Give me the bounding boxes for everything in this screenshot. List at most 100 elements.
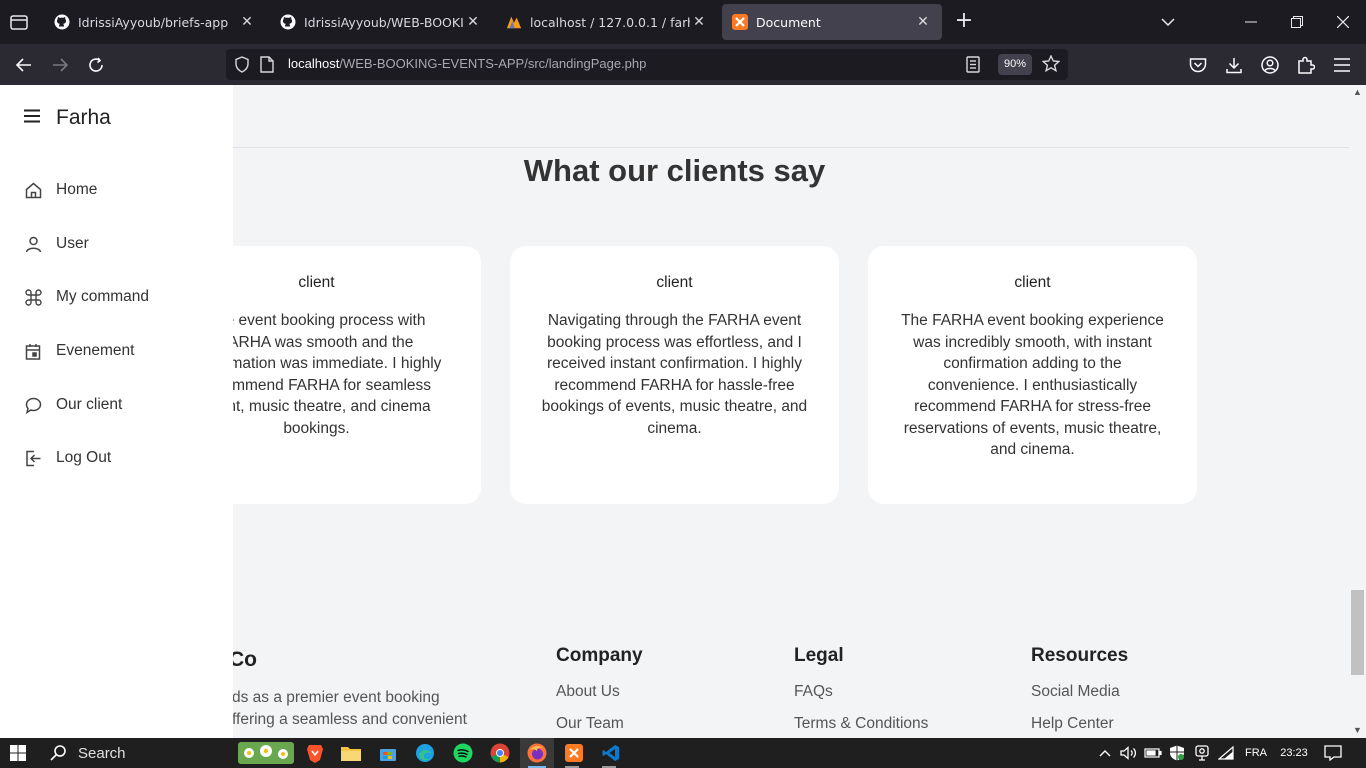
- webcam-icon[interactable]: [1193, 745, 1211, 761]
- sidebar-item-home[interactable]: Home: [24, 178, 97, 202]
- testimonial-text: Navigating through the FARHA event booki…: [541, 312, 808, 437]
- notifications-icon[interactable]: [1323, 745, 1343, 761]
- testimonial-text: The FARHA event booking experience was i…: [901, 312, 1164, 458]
- logout-icon: [24, 449, 42, 467]
- scrollbar-thumb[interactable]: [1351, 590, 1364, 675]
- footer-description-line: ds as a premier event booking: [232, 689, 440, 706]
- clock[interactable]: 23:23: [1276, 745, 1312, 761]
- extensions-puzzle-icon[interactable]: [1294, 53, 1318, 77]
- footer-link-faqs[interactable]: FAQs: [794, 683, 928, 701]
- sidebar-item-label: Our client: [56, 396, 123, 413]
- footer-description-line: ffering a seamless and convenient: [232, 710, 467, 728]
- show-hidden-icons-icon[interactable]: [1098, 745, 1112, 761]
- calendar-icon: [24, 342, 42, 360]
- tab-title: IdrissiAyyoub/briefs-app: [78, 14, 229, 30]
- tab-document[interactable]: Document ✕: [722, 4, 942, 40]
- sidebar-item-label: Log Out: [56, 449, 112, 466]
- edge-browser-icon[interactable]: [414, 742, 436, 764]
- sidebar: Farha Home User My command Evenement Our…: [0, 85, 233, 738]
- testimonial-name: client: [1014, 274, 1051, 291]
- github-icon: [280, 14, 296, 30]
- footer-column-legal: Legal FAQs Terms & Conditions: [794, 645, 928, 733]
- footer-description: ds as a premier event booking ffering a …: [232, 687, 492, 730]
- download-icon[interactable]: [1222, 53, 1246, 77]
- user-icon: [24, 235, 42, 253]
- tab-title: IdrissiAyyoub/WEB-BOOKING-EVENTS-APP: [304, 14, 464, 30]
- reload-icon[interactable]: [84, 53, 108, 77]
- hamburger-menu-icon[interactable]: [1330, 53, 1354, 77]
- pocket-icon[interactable]: [1186, 53, 1210, 77]
- close-window-icon[interactable]: [1332, 11, 1354, 33]
- close-tab-icon[interactable]: ✕: [690, 13, 708, 31]
- scroll-down-arrow-icon[interactable]: ▼: [1352, 725, 1363, 736]
- taskbar-search[interactable]: Search: [40, 738, 235, 768]
- chevron-down-icon[interactable]: [1157, 11, 1179, 33]
- sidebar-item-my-command[interactable]: My command: [24, 285, 149, 309]
- search-label: Search: [78, 744, 126, 762]
- back-arrow-icon[interactable]: [12, 53, 36, 77]
- footer-link-our-team[interactable]: Our Team: [556, 715, 643, 733]
- close-tab-icon[interactable]: ✕: [464, 13, 482, 31]
- close-tab-icon[interactable]: ✕: [914, 13, 932, 31]
- tab-phpmyadmin[interactable]: localhost / 127.0.0.1 / farha / utilisat…: [496, 4, 718, 40]
- security-shield-icon[interactable]: [1168, 745, 1186, 761]
- microsoft-store-icon[interactable]: [377, 742, 399, 764]
- sidebar-item-evenement[interactable]: Evenement: [24, 339, 134, 363]
- flowers-widget-icon[interactable]: [238, 742, 294, 764]
- sidebar-item-label: My command: [56, 288, 150, 305]
- zoom-level-badge[interactable]: 90%: [998, 54, 1033, 75]
- footer-link-help-center[interactable]: Help Center: [1031, 715, 1128, 733]
- bookmark-star-icon[interactable]: [1041, 54, 1061, 76]
- sidebar-item-user[interactable]: User: [24, 232, 89, 256]
- wifi-icon[interactable]: [1217, 745, 1235, 761]
- language-indicator[interactable]: FRA: [1243, 745, 1269, 761]
- new-tab-icon[interactable]: +: [953, 10, 975, 33]
- sidebar-item-label: User: [56, 235, 89, 252]
- footer-link-social-media[interactable]: Social Media: [1031, 683, 1128, 701]
- tab-web-booking-repo[interactable]: IdrissiAyyoub/WEB-BOOKING-EVENTS-APP ✕: [270, 4, 492, 40]
- sidebar-item-log-out[interactable]: Log Out: [24, 446, 111, 470]
- scroll-up-arrow-icon[interactable]: ▲: [1352, 87, 1363, 98]
- xampp-app-icon[interactable]: [563, 742, 585, 764]
- footer-heading: Resources: [1031, 645, 1129, 666]
- footer-heading: Company: [556, 645, 643, 666]
- url-text[interactable]: localhost/WEB-BOOKING-EVENTS-APP/src/lan…: [288, 56, 646, 71]
- chrome-browser-icon[interactable]: [489, 742, 511, 764]
- volume-icon[interactable]: [1120, 745, 1138, 761]
- vscode-icon[interactable]: [600, 742, 622, 764]
- close-tab-icon[interactable]: ✕: [238, 13, 256, 31]
- footer-link-about-us[interactable]: About Us: [556, 683, 643, 701]
- windows-start-icon[interactable]: [10, 745, 26, 761]
- restore-window-icon[interactable]: [1286, 11, 1308, 33]
- command-icon: [24, 288, 42, 306]
- phpmyadmin-icon: [506, 14, 522, 30]
- firefox-browser-icon[interactable]: [526, 742, 548, 764]
- sidebar-item-label: Home: [56, 181, 98, 198]
- footer-link-terms[interactable]: Terms & Conditions: [794, 715, 928, 733]
- sidebar-item-label: Evenement: [56, 342, 135, 359]
- forward-arrow-icon[interactable]: [48, 53, 72, 77]
- address-bar[interactable]: localhost/WEB-BOOKING-EVENTS-APP/src/lan…: [226, 49, 1068, 80]
- brave-browser-icon[interactable]: [304, 742, 326, 764]
- file-explorer-icon[interactable]: [340, 742, 362, 764]
- url-path: /WEB-BOOKING-EVENTS-APP/src/landingPage.…: [339, 56, 647, 71]
- page-info-icon[interactable]: [260, 56, 274, 77]
- tab-briefs-app[interactable]: IdrissiAyyoub/briefs-app ✕: [44, 4, 266, 40]
- menu-toggle-icon[interactable]: [24, 109, 40, 123]
- account-icon[interactable]: [1258, 53, 1282, 77]
- tracking-protection-shield-icon[interactable]: [234, 56, 250, 77]
- page-viewport: What our clients say client The event bo…: [0, 85, 1366, 738]
- minimize-window-icon[interactable]: [1240, 11, 1262, 33]
- footer-column-resources: Resources Social Media Help Center: [1031, 645, 1128, 733]
- testimonial-card: client The FARHA event booking experienc…: [868, 246, 1197, 504]
- testimonial-name: client: [656, 274, 693, 291]
- reader-view-icon[interactable]: [966, 56, 980, 77]
- battery-icon[interactable]: [1144, 745, 1162, 761]
- footer-column-company: Company About Us Our Team: [556, 645, 643, 733]
- sidebar-item-our-client[interactable]: Our client: [24, 393, 122, 417]
- list-all-tabs-icon[interactable]: [8, 11, 30, 33]
- testimonial-card: client Navigating through the FARHA even…: [510, 246, 839, 504]
- spotify-icon[interactable]: [452, 742, 474, 764]
- search-icon: [48, 743, 68, 763]
- github-icon: [54, 14, 70, 30]
